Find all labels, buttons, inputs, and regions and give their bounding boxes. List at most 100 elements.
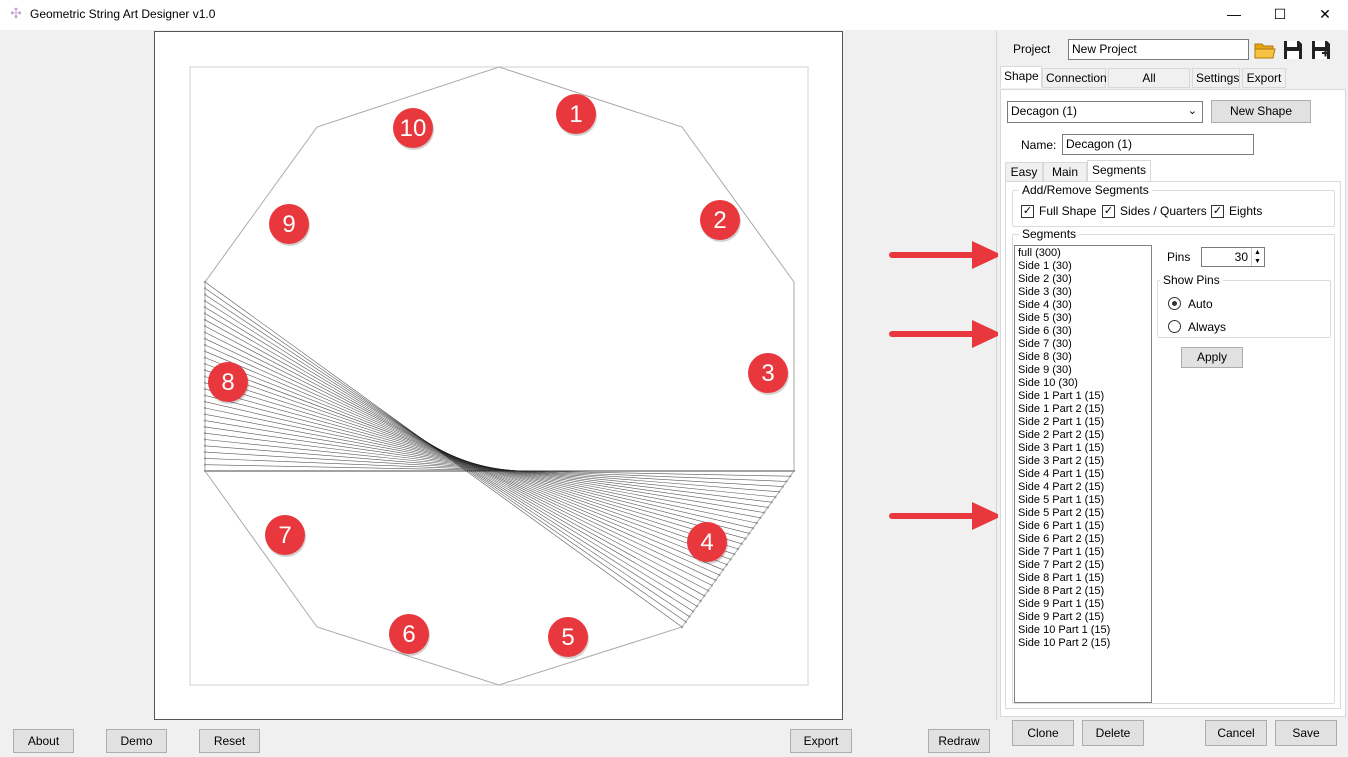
tab-connection[interactable]: Connection [1042, 68, 1107, 88]
segment-list-item[interactable]: Side 1 (30) [1015, 260, 1151, 273]
export-button[interactable]: Export [790, 729, 852, 753]
pin-dot [203, 432, 207, 435]
segment-list-item[interactable]: Side 4 Part 2 (15) [1015, 481, 1151, 494]
tab-all-connections[interactable]: All Connections [1108, 68, 1190, 103]
pins-stepper[interactable]: 30 ▲ ▼ [1201, 247, 1265, 267]
pin-dot [699, 599, 702, 603]
segment-list-item[interactable]: Side 9 (30) [1015, 364, 1151, 377]
segment-list-item[interactable]: Side 4 (30) [1015, 299, 1151, 312]
pin-dot [736, 547, 740, 551]
tab-easy[interactable]: Easy [1005, 162, 1043, 182]
demo-button[interactable]: Demo [106, 729, 167, 753]
segment-list-item[interactable]: Side 2 Part 2 (15) [1015, 429, 1151, 442]
show-pins-title: Show Pins [1160, 273, 1223, 287]
segment-list-item[interactable]: Side 5 Part 1 (15) [1015, 494, 1151, 507]
side-marker-label: 3 [761, 360, 774, 387]
segment-list-item[interactable]: Side 8 (30) [1015, 351, 1151, 364]
segment-list-item[interactable]: Side 2 Part 1 (15) [1015, 416, 1151, 429]
side-marker-label: 8 [221, 369, 234, 396]
segments-group: Segments full (300) Side 1 (30) Side 2 (30… [1012, 227, 1335, 704]
string-art-drawing: 1 2 3 4 5 6 7 8 9 10 [189, 66, 809, 686]
segment-list-item[interactable]: Side 6 (30) [1015, 325, 1151, 338]
segment-list-item[interactable]: Side 8 Part 1 (15) [1015, 572, 1151, 585]
tab-export[interactable]: Export [1242, 68, 1286, 88]
segment-list-item[interactable]: Side 3 (30) [1015, 286, 1151, 299]
pin-dot [203, 394, 207, 397]
segment-list-item[interactable]: Side 6 Part 1 (15) [1015, 520, 1151, 533]
shape-select[interactable]: Decagon (1) ⌄ [1007, 101, 1203, 123]
segment-list-item[interactable]: Side 8 Part 2 (15) [1015, 585, 1151, 598]
apply-button[interactable]: Apply [1181, 347, 1243, 368]
segment-list-item[interactable]: Side 7 Part 2 (15) [1015, 559, 1151, 572]
tab-settings[interactable]: Settings [1192, 68, 1240, 88]
segment-list-item[interactable]: Side 5 (30) [1015, 312, 1151, 325]
clone-button[interactable]: Clone [1012, 720, 1074, 746]
project-name-input[interactable]: New Project [1068, 39, 1249, 60]
sides-quarters-checkbox[interactable]: ✓ [1102, 205, 1115, 218]
segment-list-item[interactable]: Side 10 Part 2 (15) [1015, 637, 1151, 650]
segments-title: Segments [1019, 227, 1080, 241]
title-bar: ✣ Geometric String Art Designer v1.0 — ☐… [0, 0, 1348, 30]
segment-list-item[interactable]: Side 5 Part 2 (15) [1015, 507, 1151, 520]
segment-list-item[interactable]: Side 10 (30) [1015, 377, 1151, 390]
auto-label: Auto [1188, 297, 1213, 311]
tab-main[interactable]: Main [1043, 162, 1087, 182]
segment-list-item[interactable]: Side 6 Part 2 (15) [1015, 533, 1151, 546]
maximize-icon[interactable]: ☐ [1257, 0, 1303, 30]
delete-button[interactable]: Delete [1082, 720, 1144, 746]
segment-list-item[interactable]: Side 7 Part 1 (15) [1015, 546, 1151, 559]
pin-dot [203, 444, 207, 447]
segment-list-item[interactable]: Side 10 Part 1 (15) [1015, 624, 1151, 637]
pin-dot [203, 457, 207, 460]
side-marker-label: 9 [282, 211, 295, 238]
segment-list-item[interactable]: Side 9 Part 1 (15) [1015, 598, 1151, 611]
auto-radio[interactable] [1168, 297, 1181, 310]
segment-list-item[interactable]: Side 9 Part 2 (15) [1015, 611, 1151, 624]
side-marker-1: 1 [556, 94, 597, 136]
pin-dot [203, 375, 207, 378]
segments-tab-body: Add/Remove Segments ✓ Full Shape ✓ Sides… [1005, 181, 1341, 709]
tab-segments[interactable]: Segments [1087, 160, 1151, 182]
segment-list-item[interactable]: Side 7 (30) [1015, 338, 1151, 351]
side-marker-label: 10 [400, 115, 427, 142]
always-label: Always [1188, 320, 1227, 334]
segments-list[interactable]: full (300) Side 1 (30) Side 2 (30) Side 3 (… [1014, 245, 1152, 703]
segment-list-item[interactable]: full (300) [1015, 247, 1151, 260]
minimize-icon[interactable]: — [1211, 0, 1257, 30]
shape-name-input[interactable]: Decagon (1) [1062, 134, 1254, 155]
pin-dot [203, 350, 207, 353]
pin-dot [203, 400, 207, 403]
redraw-button[interactable]: Redraw [928, 729, 990, 753]
pin-dot [744, 537, 747, 540]
side-marker-3: 3 [748, 353, 789, 395]
pin-dot [789, 475, 792, 478]
save-as-icon[interactable] [1310, 39, 1332, 61]
pin-dot [203, 438, 207, 441]
segment-list-item[interactable]: Side 1 Part 2 (15) [1015, 403, 1151, 416]
side-marker-label: 1 [569, 101, 582, 128]
cancel-button[interactable]: Cancel [1205, 720, 1267, 746]
eights-checkbox[interactable]: ✓ [1211, 205, 1224, 218]
segment-list-item[interactable]: Side 4 Part 1 (15) [1015, 468, 1151, 481]
pin-dot [755, 521, 758, 525]
pin-dot [770, 501, 773, 504]
spin-up-icon[interactable]: ▲ [1251, 248, 1263, 257]
about-button[interactable]: About [13, 729, 74, 753]
full-shape-checkbox[interactable]: ✓ [1021, 205, 1034, 218]
segment-list-item[interactable]: Side 3 Part 1 (15) [1015, 442, 1151, 455]
segment-list-item[interactable]: Side 1 Part 1 (15) [1015, 390, 1151, 403]
reset-button[interactable]: Reset [199, 729, 260, 753]
folder-open-icon[interactable] [1254, 39, 1276, 61]
segment-list-item[interactable]: Side 2 (30) [1015, 273, 1151, 286]
close-icon[interactable]: ✕ [1302, 0, 1348, 30]
new-shape-button[interactable]: New Shape [1211, 100, 1311, 123]
pin-dot [785, 480, 788, 483]
save-button[interactable]: Save [1275, 720, 1337, 746]
segment-list-item[interactable]: Side 3 Part 2 (15) [1015, 455, 1151, 468]
always-radio[interactable] [1168, 320, 1181, 333]
tab-shape[interactable]: Shape [1000, 66, 1042, 88]
save-icon[interactable] [1282, 39, 1304, 61]
spin-down-icon[interactable]: ▼ [1251, 257, 1263, 266]
drawing-canvas[interactable]: 1 2 3 4 5 6 7 8 9 10 [154, 31, 843, 720]
side-marker-4: 4 [687, 522, 728, 564]
